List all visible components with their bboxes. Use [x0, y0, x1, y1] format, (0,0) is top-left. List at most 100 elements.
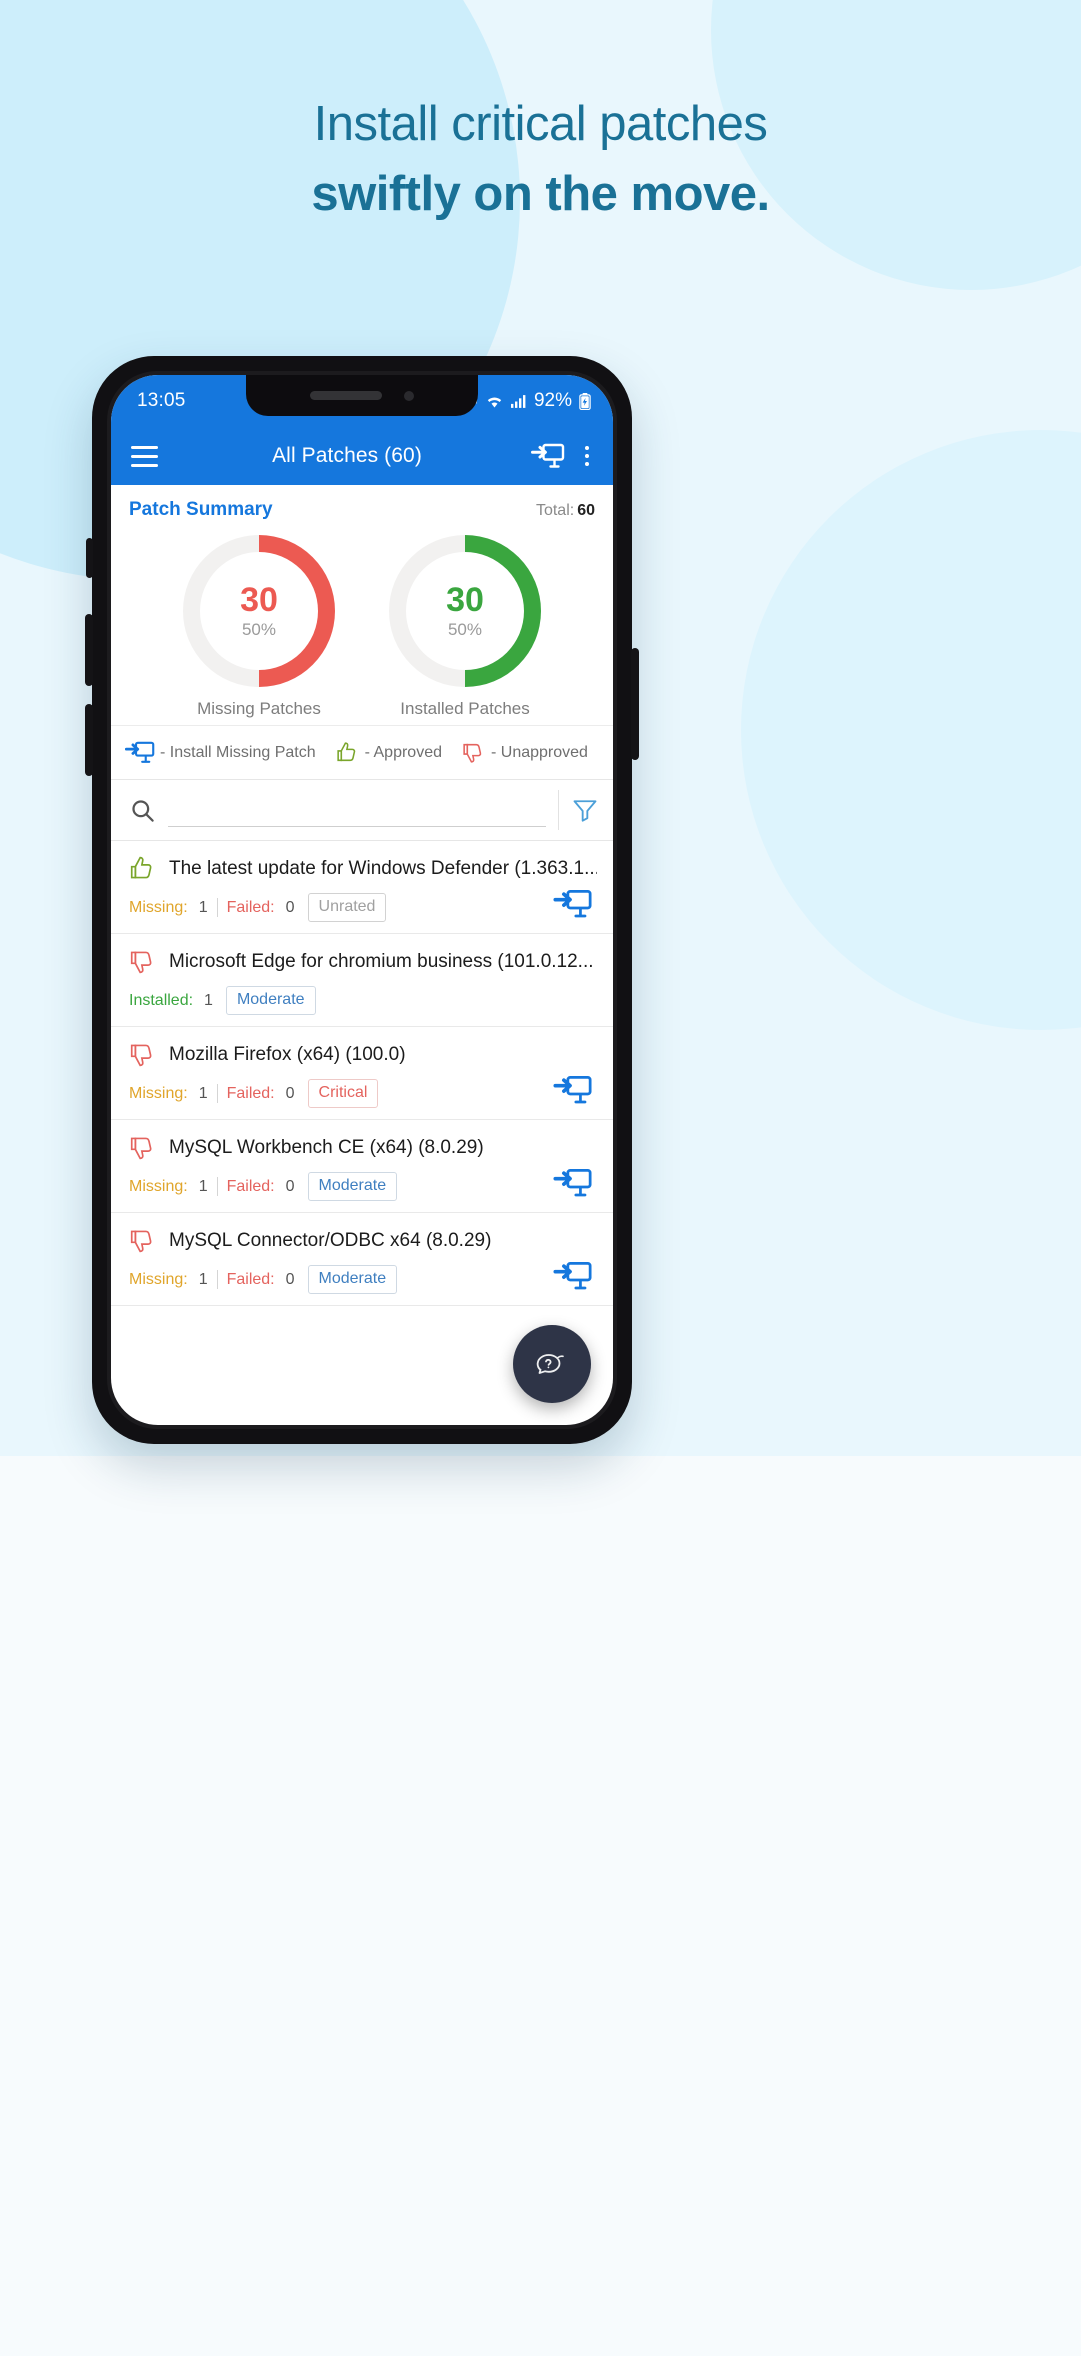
patch-row-meta: Missing: 1 Failed: 0 Unrated: [127, 893, 597, 922]
install-patch-button[interactable]: [553, 1074, 593, 1111]
missing-patches-value: 30: [240, 581, 278, 620]
table-row[interactable]: Mozilla Firefox (x64) (100.0) Missing: 1…: [111, 1027, 613, 1120]
patch-status-label: Missing:: [129, 1084, 188, 1102]
patch-name: The latest update for Windows Defender (…: [169, 857, 597, 879]
background-blob-right: [741, 430, 1081, 1030]
phone-volume-up-button: [85, 614, 93, 686]
legend-label-approved: - Approved: [364, 743, 442, 761]
notch-speaker: [310, 391, 382, 400]
installed-patches-chart[interactable]: 30 50% Installed Patches: [375, 535, 555, 719]
install-patch-button[interactable]: [553, 1260, 593, 1297]
phone-mockup: 13:05 92% All Patches (60) Patch Summary…: [85, 356, 639, 1444]
patch-failed-label: Failed:: [226, 1270, 275, 1288]
patch-total-label: Total:: [535, 502, 575, 519]
legend-item-install: - Install Missing Patch: [125, 740, 316, 765]
patch-status-label: Missing:: [129, 1270, 188, 1288]
status-badge: Moderate: [307, 1265, 398, 1294]
kebab-menu-icon[interactable]: [577, 442, 597, 470]
patch-row-header: MySQL Workbench CE (x64) (8.0.29): [127, 1133, 597, 1162]
phone-notch: [246, 375, 478, 416]
meta-divider: [216, 1177, 218, 1196]
filter-funnel-icon[interactable]: [571, 796, 599, 824]
status-badge: Moderate: [307, 1172, 398, 1201]
install-patch-button[interactable]: [553, 1167, 593, 1204]
chat-assistant-fab[interactable]: [513, 1325, 591, 1403]
phone-volume-down-button: [85, 704, 93, 776]
filter-button[interactable]: [558, 790, 599, 830]
patch-status-count: 1: [198, 1177, 208, 1195]
table-row[interactable]: MySQL Workbench CE (x64) (8.0.29) Missin…: [111, 1120, 613, 1213]
missing-patches-percent: 50%: [241, 619, 276, 639]
patch-summary-charts: 30 50% Missing Patches 30 50% Installed …: [129, 535, 595, 719]
installed-patches-donut-center: 30 50%: [446, 583, 484, 639]
thumbs-up-icon: [336, 742, 355, 762]
wifi-icon: [487, 396, 502, 407]
signal-icon: [510, 394, 526, 408]
install-patch-icon[interactable]: [553, 888, 593, 920]
patch-row-header: MySQL Connector/ODBC x64 (8.0.29): [127, 1226, 597, 1255]
patch-failed-label: Failed:: [226, 898, 275, 916]
patch-row-meta: Missing: 1 Failed: 0 Moderate: [127, 1265, 597, 1294]
patch-failed-count: 0: [285, 898, 295, 916]
installed-patches-donut: 30 50%: [389, 535, 541, 687]
promo-headline-line2: swiftly on the move.: [311, 166, 770, 221]
table-row[interactable]: MySQL Connector/ODBC x64 (8.0.29) Missin…: [111, 1213, 613, 1306]
patch-status-count: 1: [198, 1084, 208, 1102]
table-row[interactable]: The latest update for Windows Defender (…: [111, 841, 613, 934]
phone-mute-switch: [86, 538, 93, 578]
status-bar-time: 13:05: [137, 390, 186, 411]
thumbs-down-icon: [463, 743, 482, 763]
status-bar-icons: 92%: [463, 390, 591, 412]
patch-failed-count: 0: [285, 1177, 295, 1195]
search-icon[interactable]: [129, 797, 156, 824]
install-patch-icon[interactable]: [553, 1167, 593, 1199]
thumbs-down-icon[interactable]: [127, 1226, 157, 1255]
patch-list: The latest update for Windows Defender (…: [111, 841, 613, 1306]
promo-headline: Install critical patches swiftly on the …: [0, 96, 1081, 224]
legend-label-install: - Install Missing Patch: [160, 743, 316, 761]
page-title: All Patches (60): [272, 444, 422, 467]
notch-camera: [404, 390, 414, 401]
patch-status-count: 1: [204, 991, 213, 1009]
install-patch-icon[interactable]: [531, 442, 565, 470]
search-input[interactable]: [168, 802, 546, 826]
patch-status-count: 1: [198, 898, 208, 916]
patch-failed-label: Failed:: [226, 1177, 275, 1195]
hamburger-menu-icon[interactable]: [127, 445, 163, 467]
patch-total-value: 60: [577, 502, 595, 519]
thumbs-down-icon[interactable]: [127, 1133, 157, 1162]
battery-percent-label: 92%: [533, 390, 572, 411]
thumbs-down-icon[interactable]: [127, 1040, 157, 1069]
install-patch-icon[interactable]: [553, 1260, 593, 1292]
missing-patches-chart[interactable]: 30 50% Missing Patches: [169, 535, 349, 719]
patch-name: Mozilla Firefox (x64) (100.0): [169, 1043, 406, 1065]
app-bar: All Patches (60): [111, 427, 613, 485]
patch-row-meta: Missing: 1 Failed: 0 Critical: [127, 1079, 597, 1108]
install-patch-button[interactable]: [553, 888, 593, 925]
installed-patches-percent: 50%: [447, 619, 482, 639]
meta-divider: [216, 1084, 218, 1103]
meta-divider: [216, 898, 218, 917]
phone-screen: 13:05 92% All Patches (60) Patch Summary…: [111, 375, 613, 1425]
missing-patches-donut: 30 50%: [183, 535, 335, 687]
install-patch-icon[interactable]: [553, 1074, 593, 1106]
phone-bezel: 13:05 92% All Patches (60) Patch Summary…: [107, 371, 617, 1429]
patch-row-header: The latest update for Windows Defender (…: [127, 854, 597, 883]
install-patch-icon: [125, 741, 155, 763]
search-field-wrapper[interactable]: [168, 793, 546, 827]
patch-failed-count: 0: [285, 1270, 295, 1288]
patch-row-meta: Missing: 1 Failed: 0 Moderate: [127, 1172, 597, 1201]
thumbs-down-icon[interactable]: [127, 947, 157, 976]
patch-name: MySQL Connector/ODBC x64 (8.0.29): [169, 1229, 492, 1251]
battery-charging-icon: [579, 392, 591, 410]
missing-patches-label: Missing Patches: [197, 699, 321, 718]
meta-divider: [216, 1270, 218, 1289]
table-row[interactable]: Microsoft Edge for chromium business (10…: [111, 934, 613, 1027]
status-badge: Moderate: [225, 986, 316, 1015]
thumbs-up-icon[interactable]: [127, 854, 157, 883]
legend-item-unapproved: - Unapproved: [460, 740, 588, 765]
patch-row-header: Microsoft Edge for chromium business (10…: [127, 947, 597, 976]
app-bar-actions: [531, 442, 597, 470]
patch-failed-count: 0: [285, 1084, 295, 1102]
patch-row-meta: Installed: 1 Moderate: [127, 986, 597, 1015]
